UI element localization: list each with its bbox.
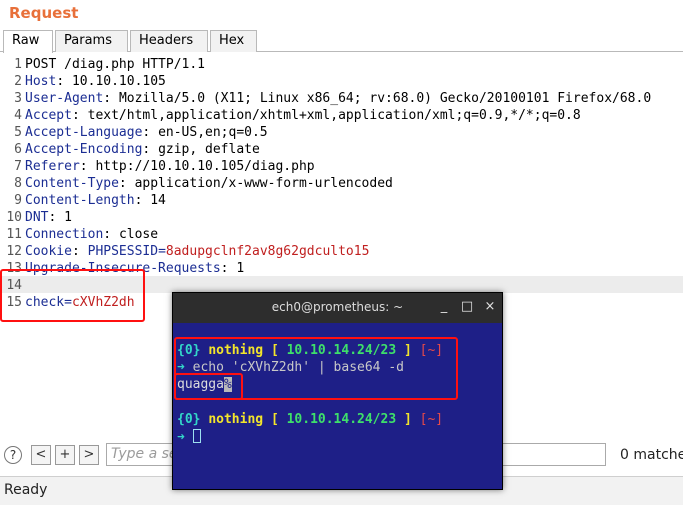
maximize-icon[interactable]: □ — [459, 298, 475, 316]
header-line: Accept: text/html,application/xhtml+xml,… — [25, 107, 581, 124]
header-separator: : — [71, 244, 88, 259]
line-number: 1 — [14, 57, 22, 72]
header-name: Cookie — [25, 244, 72, 259]
header-separator: : — [103, 227, 119, 242]
terminal-prompt: {0} nothing [ 10.10.14.24/23 ] [~] — [177, 412, 444, 427]
header-name: DNT — [25, 210, 49, 225]
header-value: text/html,application/xhtml+xml,applicat… — [87, 108, 581, 123]
header-name: Referer — [25, 159, 80, 174]
terminal-cursor — [192, 429, 201, 443]
header-separator: : — [134, 193, 151, 208]
header-value: Mozilla/5.0 (X11; Linux x86_64; rv:68.0)… — [118, 91, 652, 106]
line-number: 4 — [14, 108, 22, 123]
line-number: 11 — [6, 227, 22, 242]
header-value: 1 — [64, 210, 72, 225]
header-value: en-US,en;q=0.5 — [158, 125, 268, 140]
header-value: gzip, deflate — [158, 142, 260, 157]
cookie-line: Cookie: PHPSESSID=8adupgclnf2av8g62gdcul… — [25, 243, 369, 260]
header-value: close — [118, 227, 159, 242]
header-name: Connection — [25, 227, 104, 242]
header-separator: : — [71, 108, 88, 123]
header-line: Accept-Encoding: gzip, deflate — [25, 141, 260, 158]
status-text: Ready — [4, 482, 48, 498]
header-name: Accept — [25, 108, 72, 123]
header-separator: : — [142, 142, 159, 157]
next-match-button[interactable]: > — [79, 445, 99, 465]
message-tabs: Raw Params Headers Hex — [0, 30, 683, 53]
header-line: DNT: 1 — [25, 209, 72, 226]
header-line: Content-Length: 14 — [25, 192, 166, 209]
header-name: Accept-Encoding — [25, 142, 143, 157]
header-line: Accept-Language: en-US,en;q=0.5 — [25, 124, 268, 141]
header-value: application/x-www-form-urlencoded — [134, 176, 393, 191]
terminal-input-line[interactable]: ➜ — [177, 429, 201, 446]
terminal-window[interactable]: ech0@prometheus: ~ _ □ × {0} nothing [ 1… — [172, 292, 503, 490]
line-number: 10 — [6, 210, 22, 225]
header-name: Content-Length — [25, 193, 135, 208]
terminal-title: ech0@prometheus: ~ — [271, 300, 404, 314]
header-value: 1 — [236, 261, 245, 276]
cookie-equals: = — [158, 244, 166, 259]
output-highlight-box — [174, 373, 243, 400]
close-icon[interactable]: × — [482, 298, 498, 316]
header-name: User-Agent — [25, 91, 104, 106]
tab-raw[interactable]: Raw — [3, 30, 53, 53]
cookie-name: PHPSESSID — [87, 244, 159, 259]
header-value: 10.10.10.105 — [71, 74, 166, 89]
terminal-titlebar[interactable]: ech0@prometheus: ~ _ □ × — [173, 293, 502, 323]
line-number: 6 — [14, 142, 22, 157]
header-line: Connection: close — [25, 226, 158, 243]
tab-headers[interactable]: Headers — [130, 30, 208, 52]
header-separator: : — [142, 125, 159, 140]
header-line: Host: 10.10.10.105 — [25, 73, 166, 90]
request-line: POST /diag.php HTTP/1.1 — [25, 56, 205, 73]
header-line: Content-Type: application/x-www-form-url… — [25, 175, 393, 192]
header-value: http://10.10.10.105/diag.php — [95, 159, 315, 174]
line-number: 3 — [14, 91, 22, 106]
header-separator: : — [118, 176, 135, 191]
request-panel-title: Request — [9, 4, 79, 22]
line-number: 2 — [14, 74, 22, 89]
header-separator: : — [56, 74, 72, 89]
cookie-value: 8adupgclnf2av8g62gdculto15 — [165, 244, 370, 259]
header-name: Content-Type — [25, 176, 119, 191]
line-number: 8 — [14, 176, 22, 191]
header-line: User-Agent: Mozilla/5.0 (X11; Linux x86_… — [25, 90, 651, 107]
body-highlight-box — [0, 269, 145, 322]
header-separator: : — [103, 91, 119, 106]
line-number: 12 — [6, 244, 22, 259]
header-name: Accept-Language — [25, 125, 143, 140]
previous-match-button[interactable]: < — [31, 445, 51, 465]
tab-hex[interactable]: Hex — [210, 30, 257, 52]
header-name: Host — [25, 74, 57, 89]
line-number: 9 — [14, 193, 22, 208]
line-number: 5 — [14, 125, 22, 140]
minimize-icon[interactable]: _ — [436, 298, 452, 316]
match-count: 0 matches — [620, 447, 683, 463]
help-icon[interactable]: ? — [4, 446, 22, 464]
add-match-button[interactable]: + — [55, 445, 75, 465]
header-line: Referer: http://10.10.10.105/diag.php — [25, 158, 315, 175]
header-separator: : — [79, 159, 96, 174]
prompt-arrow-icon: ➜ — [177, 430, 185, 445]
tab-params[interactable]: Params — [55, 30, 128, 52]
header-separator: : — [220, 261, 237, 276]
line-number: 7 — [14, 159, 22, 174]
request-line-text: POST /diag.php HTTP/1.1 — [25, 57, 206, 72]
header-value: 14 — [150, 193, 166, 208]
header-separator: : — [48, 210, 65, 225]
